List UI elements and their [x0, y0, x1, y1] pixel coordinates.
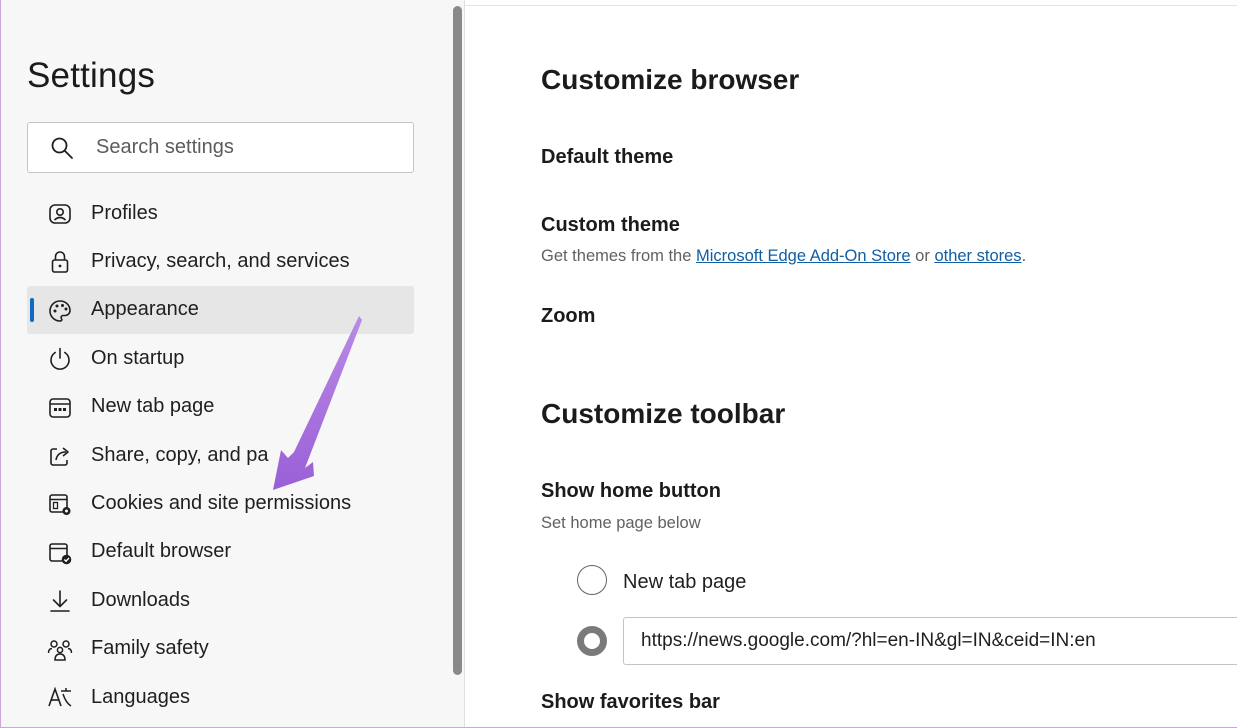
- sidebar-item-family-safety[interactable]: Family safety: [27, 625, 414, 673]
- search-input[interactable]: [96, 123, 396, 172]
- new-tab-page-radio-label[interactable]: New tab page: [623, 571, 746, 594]
- sidebar-item-label: Profiles: [91, 201, 158, 224]
- customize-browser-heading: Customize browser: [541, 64, 800, 95]
- home-url-radio[interactable]: [577, 626, 607, 656]
- family-icon: [47, 639, 73, 661]
- sidebar-item-languages[interactable]: Languages: [27, 673, 414, 721]
- custom-theme-desc-suffix: .: [1021, 247, 1027, 265]
- sidebar-item-default-browser[interactable]: Default browser: [27, 528, 414, 576]
- sidebar-item-label: Languages: [91, 685, 190, 708]
- palette-icon: [49, 299, 71, 322]
- other-stores-link[interactable]: other stores: [934, 247, 1021, 265]
- settings-sidebar: Settings Profiles Privacy, search, and s…: [0, 0, 450, 728]
- sidebar-item-privacy[interactable]: Privacy, search, and services: [27, 237, 414, 285]
- search-box[interactable]: [27, 122, 414, 173]
- sidebar-item-on-startup[interactable]: On startup: [27, 334, 414, 382]
- profile-icon: [49, 204, 71, 224]
- sidebar-scrollbar-thumb[interactable]: [453, 6, 462, 675]
- sidebar-item-share-copy-paste[interactable]: Share, copy, and pa: [27, 431, 414, 479]
- sidebar-title: Settings: [27, 56, 156, 95]
- sidebar-item-label: New tab page: [91, 395, 215, 418]
- custom-theme-description: Get themes from the Microsoft Edge Add-O…: [541, 247, 1026, 266]
- lock-icon: [51, 251, 69, 274]
- sidebar-item-profiles[interactable]: Profiles: [27, 189, 414, 237]
- sidebar-item-label: Family safety: [91, 637, 209, 660]
- share-icon: [50, 447, 69, 466]
- show-home-button-label: Show home button: [541, 480, 721, 502]
- sidebar-item-label: Appearance: [91, 298, 199, 321]
- sidebar-item-label: Privacy, search, and services: [91, 250, 350, 273]
- show-home-button-description: Set home page below: [541, 514, 701, 532]
- sidebar-item-appearance[interactable]: Appearance: [27, 285, 414, 335]
- settings-content: Customize browser Default theme Custom t…: [465, 0, 1237, 728]
- sidebar-item-label: Share, copy, and pa: [91, 443, 269, 466]
- sidebar-item-new-tab-page[interactable]: New tab page: [27, 383, 414, 431]
- sidebar-item-downloads[interactable]: Downloads: [27, 576, 414, 624]
- home-url-input[interactable]: [623, 617, 1237, 665]
- default-theme-label: Default theme: [541, 146, 674, 168]
- settings-nav-list: Profiles Privacy, search, and services A…: [27, 189, 414, 721]
- languages-icon: [48, 686, 72, 707]
- custom-theme-desc-mid: or: [910, 247, 935, 265]
- custom-theme-label: Custom theme: [541, 214, 680, 236]
- show-favorites-bar-label: Show favorites bar: [541, 691, 720, 713]
- cookies-settings-icon: [49, 494, 71, 516]
- customize-toolbar-heading: Customize toolbar: [541, 398, 786, 429]
- sidebar-item-label: Cookies and site permissions: [91, 492, 352, 515]
- sidebar-item-label: On startup: [91, 346, 185, 369]
- download-icon: [50, 590, 70, 612]
- sidebar-item-cookies-site-permissions[interactable]: Cookies and site permissions: [27, 479, 414, 527]
- default-browser-icon: [49, 542, 72, 565]
- sidebar-item-label: Default browser: [91, 540, 232, 563]
- power-icon: [50, 347, 70, 371]
- search-icon: [51, 137, 73, 159]
- zoom-label: Zoom: [541, 305, 596, 327]
- sidebar-item-label: Downloads: [91, 588, 190, 611]
- edge-addon-store-link[interactable]: Microsoft Edge Add-On Store: [696, 247, 911, 265]
- new-tab-icon: [49, 397, 71, 418]
- custom-theme-desc-prefix: Get themes from the: [541, 247, 696, 265]
- new-tab-page-radio[interactable]: [577, 565, 607, 595]
